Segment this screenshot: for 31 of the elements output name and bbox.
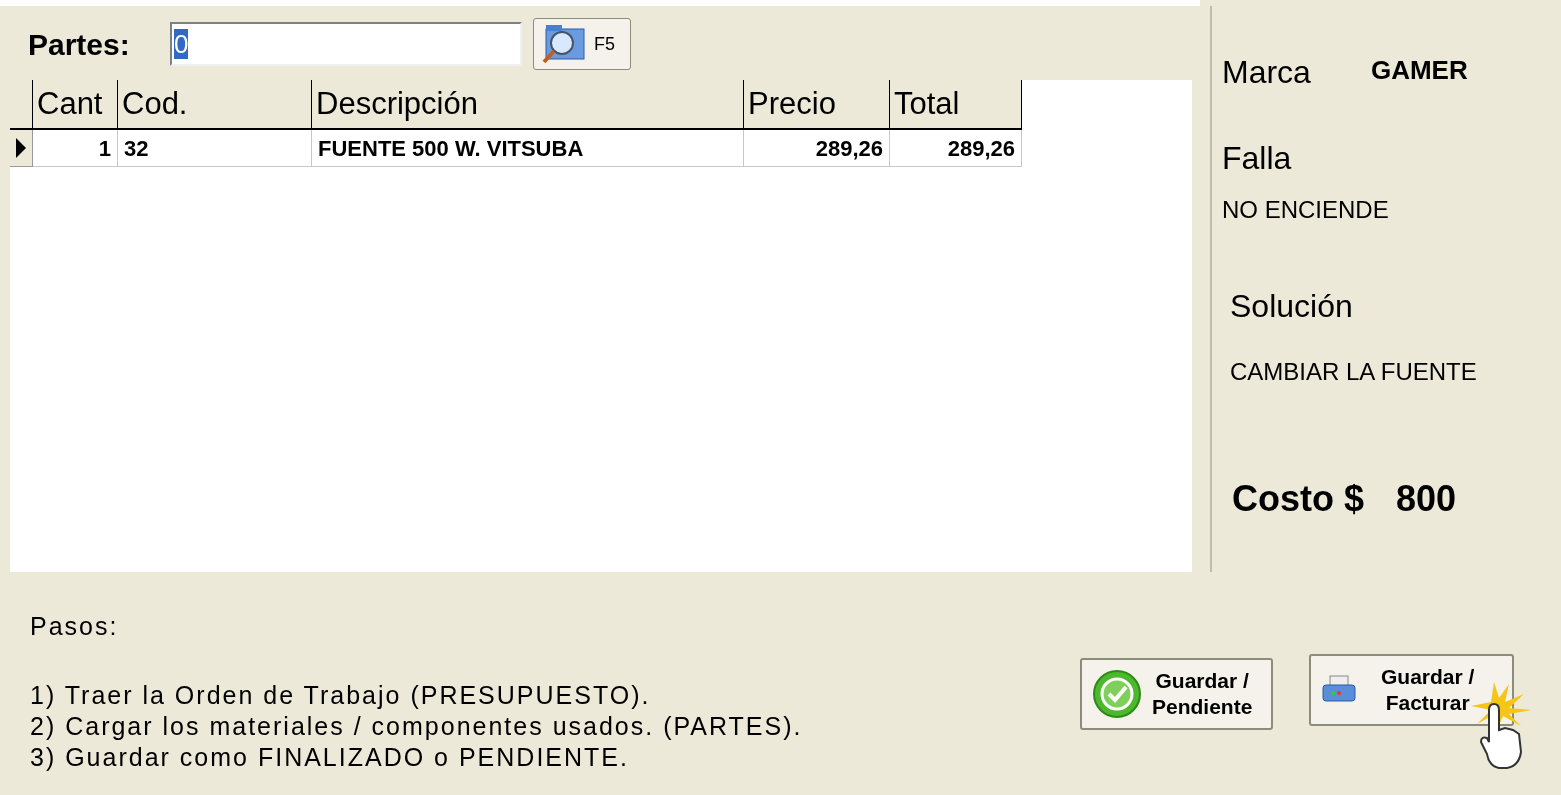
check-circle-icon (1092, 669, 1142, 719)
field-label: Partes: (28, 26, 131, 63)
table-cell: 32 (118, 130, 312, 167)
column-header[interactable]: Descripción (312, 80, 744, 130)
column-header[interactable]: Precio (744, 80, 890, 130)
fault-value: NO ENCIENDE (1222, 195, 1390, 225)
row-indicator[interactable] (10, 130, 33, 167)
brand-value: GAMER (1370, 54, 1468, 87)
solution-label: Solución (1230, 287, 1354, 326)
column-header[interactable]: Cant (33, 80, 118, 130)
save-pending-button[interactable]: Guardar / Pendiente (1080, 658, 1273, 730)
table-cell: 289,26 (744, 130, 890, 167)
printer-icon (1321, 675, 1357, 705)
search-button[interactable]: F5 (533, 18, 631, 70)
table-cell: FUENTE 500 W. VITSUBA (312, 130, 744, 167)
save-invoice-button[interactable]: Guardar / Facturar (1309, 654, 1514, 726)
search-document-icon (540, 23, 588, 65)
cost-label: Costo $ (1232, 477, 1364, 521)
table-cell: 289,26 (890, 130, 1022, 167)
column-header[interactable]: Cod. (118, 80, 312, 130)
brand-label: Marca (1222, 53, 1311, 92)
step-text: 2) Cargar los materiales / componentes usados. (PARTES). (30, 710, 804, 742)
cost-value: 800 (1396, 477, 1457, 521)
column-header[interactable]: Total (890, 80, 1022, 130)
parts-input[interactable]: 0 (170, 22, 522, 66)
step-text: 3) Guardar como FINALIZADO o PENDIENTE. (30, 741, 630, 773)
table-cell: 1 (33, 130, 118, 167)
solution-value: CAMBIAR LA FUENTE (1230, 357, 1478, 387)
step-text: 1) Traer la Orden de Trabajo (PRESUPUESTO). (30, 679, 652, 711)
steps-title: Pasos: (30, 611, 120, 642)
fault-label: Falla (1222, 139, 1293, 178)
